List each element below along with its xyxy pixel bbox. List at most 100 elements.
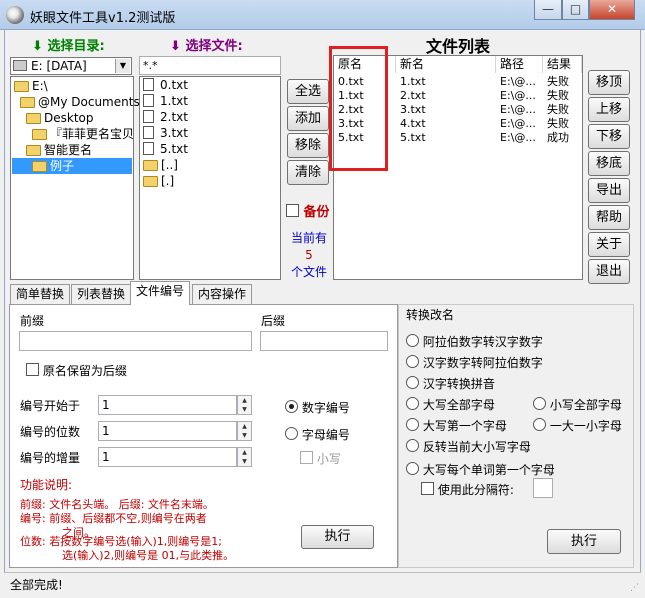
tab-content-operation[interactable]: 内容操作	[192, 284, 253, 304]
close-button[interactable]: ✕	[589, 0, 635, 20]
suffix-input[interactable]	[260, 331, 388, 351]
stepper-up-icon[interactable]: ▲	[238, 396, 251, 405]
tree-item-selected[interactable]: 例子	[12, 158, 132, 174]
radio-off[interactable]	[406, 376, 419, 389]
radio-on[interactable]	[285, 400, 298, 413]
tree-item[interactable]: Desktop	[26, 110, 94, 126]
checkbox-box[interactable]	[26, 363, 39, 376]
file-item[interactable]: 2.txt	[143, 109, 188, 125]
convert-option[interactable]: 阿拉伯数字转汉字数字	[406, 333, 543, 350]
about-button[interactable]: 关于	[588, 232, 630, 257]
export-button[interactable]: 导出	[588, 178, 630, 203]
convert-option[interactable]: 汉字数字转阿拉伯数字	[406, 354, 543, 371]
table-cell: 2.txt	[400, 89, 426, 102]
checkbox-box[interactable]	[421, 482, 434, 495]
lowercase-label: 小写	[316, 452, 341, 466]
convert-exec-button[interactable]: 执行	[547, 529, 621, 554]
column-header[interactable]: 结果	[543, 56, 582, 73]
checkbox-box[interactable]	[300, 451, 313, 464]
drive-select[interactable]: E: [DATA] ▼	[10, 57, 132, 75]
keep-name-checkbox[interactable]: 原名保留为后缀	[26, 362, 127, 379]
tree-item[interactable]: 智能更名	[26, 142, 92, 158]
tree-item[interactable]: E:\	[14, 78, 48, 94]
radio-off[interactable]	[533, 397, 546, 410]
numeric-radio[interactable]: 数字编号	[285, 399, 350, 416]
start-input[interactable]: 1	[98, 395, 237, 415]
tab-list-replace[interactable]: 列表替换	[71, 284, 132, 304]
convert-option[interactable]: 一大一小字母	[533, 417, 622, 434]
move-down-button[interactable]: 下移	[588, 124, 630, 149]
convert-option-label: 一大一小字母	[549, 419, 622, 433]
separator-input[interactable]	[533, 478, 553, 498]
stepper-down-icon[interactable]: ▼	[238, 405, 251, 414]
radio-off[interactable]	[406, 334, 419, 347]
digits-stepper[interactable]: ▲ ▼	[237, 421, 252, 441]
separator-checkbox[interactable]: 使用此分隔符:	[421, 481, 514, 498]
radio-off[interactable]	[406, 462, 419, 475]
radio-off[interactable]	[406, 355, 419, 368]
convert-option[interactable]: 大写全部字母	[406, 396, 495, 413]
table-cell: 失败	[547, 103, 569, 116]
file-item[interactable]: 5.txt	[143, 141, 188, 157]
stepper-up-icon[interactable]: ▲	[238, 448, 251, 457]
tree-item[interactable]: @My Documents	[20, 94, 140, 110]
column-header[interactable]: 路径	[496, 56, 543, 73]
folder-item[interactable]: [.]	[143, 173, 174, 189]
start-label: 编号开始于	[20, 399, 81, 413]
select-all-button[interactable]: 全选	[287, 79, 329, 104]
chevron-down-icon[interactable]: ▼	[115, 59, 130, 73]
move-top-button[interactable]: 移顶	[588, 70, 630, 95]
tab-file-numbering[interactable]: 文件编号	[130, 281, 191, 305]
add-button[interactable]: 添加	[287, 106, 329, 131]
convert-option[interactable]: 大写每个单词第一个字母	[406, 461, 555, 478]
convert-option-label: 阿拉伯数字转汉字数字	[422, 335, 543, 349]
move-bottom-button[interactable]: 移底	[588, 151, 630, 176]
folder-item[interactable]: [..]	[143, 157, 178, 173]
radio-off[interactable]	[406, 397, 419, 410]
backup-checkbox[interactable]: 备份	[286, 201, 330, 220]
window-title: 妖眼文件工具v1.2测试版	[30, 11, 176, 26]
radio-off[interactable]	[406, 418, 419, 431]
radio-off[interactable]	[406, 439, 419, 452]
convert-option[interactable]: 汉字转换拼音	[406, 375, 495, 392]
file-item[interactable]: 0.txt	[143, 77, 188, 93]
radio-off[interactable]	[533, 418, 546, 431]
convert-option[interactable]: 小写全部字母	[533, 396, 622, 413]
remove-button[interactable]: 移除	[287, 133, 329, 158]
radio-off[interactable]	[285, 427, 298, 440]
stepper-down-icon[interactable]: ▼	[238, 431, 251, 440]
prefix-input[interactable]	[19, 331, 252, 351]
resize-grip-icon[interactable]: ⋰	[630, 583, 639, 593]
file-filter-input[interactable]: *.*	[139, 56, 281, 75]
tab-simple-replace[interactable]: 简单替换	[10, 284, 71, 304]
convert-option[interactable]: 大写第一个字母	[406, 417, 507, 434]
start-stepper[interactable]: ▲ ▼	[237, 395, 252, 415]
checkbox-box[interactable]	[286, 204, 299, 217]
tree-item[interactable]: 『菲菲更名宝贝	[32, 126, 134, 142]
step-stepper[interactable]: ▲ ▼	[237, 447, 252, 467]
clear-button[interactable]: 清除	[287, 160, 329, 185]
table-cell: 失败	[547, 75, 569, 88]
stepper-up-icon[interactable]: ▲	[238, 422, 251, 431]
lowercase-checkbox[interactable]: 小写	[300, 450, 341, 467]
open-folder-icon	[32, 161, 47, 172]
open-folder-icon	[20, 97, 35, 108]
step-input[interactable]: 1	[98, 447, 237, 467]
help-button[interactable]: 帮助	[588, 205, 630, 230]
stepper-down-icon[interactable]: ▼	[238, 457, 251, 466]
alpha-radio[interactable]: 字母编号	[285, 426, 350, 443]
directory-tree[interactable]: E:\ @My Documents Desktop 『菲菲更名宝贝 智能更名 例…	[10, 76, 140, 280]
file-item[interactable]: 3.txt	[143, 125, 188, 141]
move-up-button[interactable]: 上移	[588, 97, 630, 122]
convert-option[interactable]: 反转当前大小写字母	[406, 438, 531, 455]
step-label: 编号的增量	[20, 451, 81, 465]
exit-button[interactable]: 退出	[588, 259, 630, 284]
numbering-exec-button[interactable]: 执行	[301, 525, 374, 549]
maximize-button[interactable]: □	[562, 0, 589, 20]
file-item[interactable]: 1.txt	[143, 93, 188, 109]
tree-item-label: E:\	[32, 79, 48, 93]
column-header[interactable]: 新名	[396, 56, 496, 73]
digits-input[interactable]: 1	[98, 421, 237, 441]
minimize-button[interactable]: —	[534, 0, 562, 20]
file-list[interactable]: 0.txt 1.txt 2.txt 3.txt 5.txt [..] [.]	[139, 76, 281, 280]
